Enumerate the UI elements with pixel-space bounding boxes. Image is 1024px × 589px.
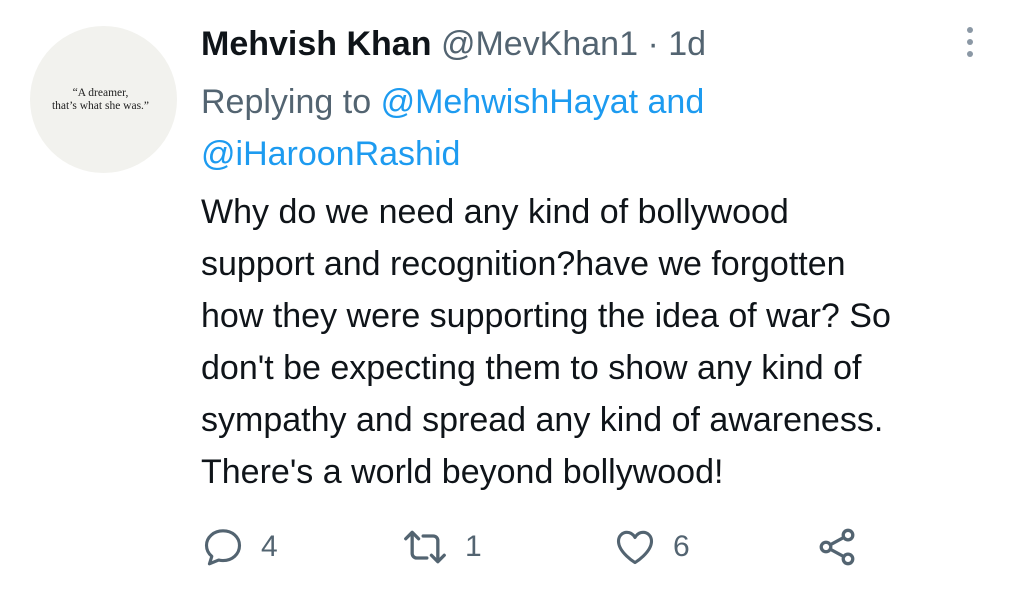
tweet-text-line: sympathy and spread any kind of awarenes… bbox=[201, 401, 884, 439]
avatar[interactable]: “A dreamer, that’s what she was.” bbox=[30, 26, 177, 173]
tweet-header: Mehvish Khan @MevKhan1 · 1d bbox=[201, 22, 706, 66]
more-vertical-icon-dot bbox=[967, 51, 973, 57]
replying-prefix: Replying to bbox=[201, 83, 372, 121]
tweet-text-line: don't be expecting them to show any kind… bbox=[201, 349, 862, 387]
avatar-quote-text: “A dreamer, that’s what she was.” bbox=[51, 86, 150, 112]
retweet-count: 1 bbox=[465, 530, 482, 563]
reply-icon bbox=[204, 529, 242, 566]
tweet-text-line: support and recognition?have we forgotte… bbox=[201, 245, 846, 283]
more-vertical-icon bbox=[967, 27, 973, 33]
timestamp[interactable]: 1d bbox=[668, 25, 706, 63]
display-name[interactable]: Mehvish Khan bbox=[201, 25, 431, 63]
share-button[interactable] bbox=[815, 522, 859, 572]
retweet-icon bbox=[404, 530, 446, 564]
more-options-button[interactable] bbox=[955, 22, 985, 62]
tweet-text-line: Why do we need any kind of bollywood bbox=[201, 193, 789, 231]
separator-dot: · bbox=[647, 25, 659, 63]
reply-button[interactable]: 4 bbox=[201, 522, 278, 572]
like-button[interactable]: 6 bbox=[613, 522, 690, 572]
tweet-text: Why do we need any kind of bollywood sup… bbox=[201, 186, 1001, 498]
heart-icon bbox=[616, 530, 654, 565]
tweet-text-line: how they were supporting the idea of war… bbox=[201, 297, 891, 335]
replying-and[interactable]: and bbox=[648, 83, 705, 121]
mention-link[interactable]: @iHaroonRashid bbox=[201, 135, 460, 173]
more-vertical-icon-dot bbox=[967, 39, 973, 45]
tweet-text-line: There's a world beyond bollywood! bbox=[201, 453, 724, 491]
reply-count: 4 bbox=[261, 530, 278, 563]
tweet[interactable]: “A dreamer, that’s what she was.” Mehvis… bbox=[0, 0, 1024, 589]
action-bar: 4 1 6 bbox=[201, 522, 1001, 572]
like-count: 6 bbox=[673, 530, 690, 563]
share-icon bbox=[819, 528, 855, 566]
user-handle[interactable]: @MevKhan1 bbox=[441, 25, 638, 63]
mention-link[interactable]: @MehwishHayat bbox=[381, 83, 639, 121]
retweet-button[interactable]: 1 bbox=[401, 522, 482, 572]
replying-to: Replying to @MehwishHayat and @iHaroonRa… bbox=[201, 76, 1001, 180]
